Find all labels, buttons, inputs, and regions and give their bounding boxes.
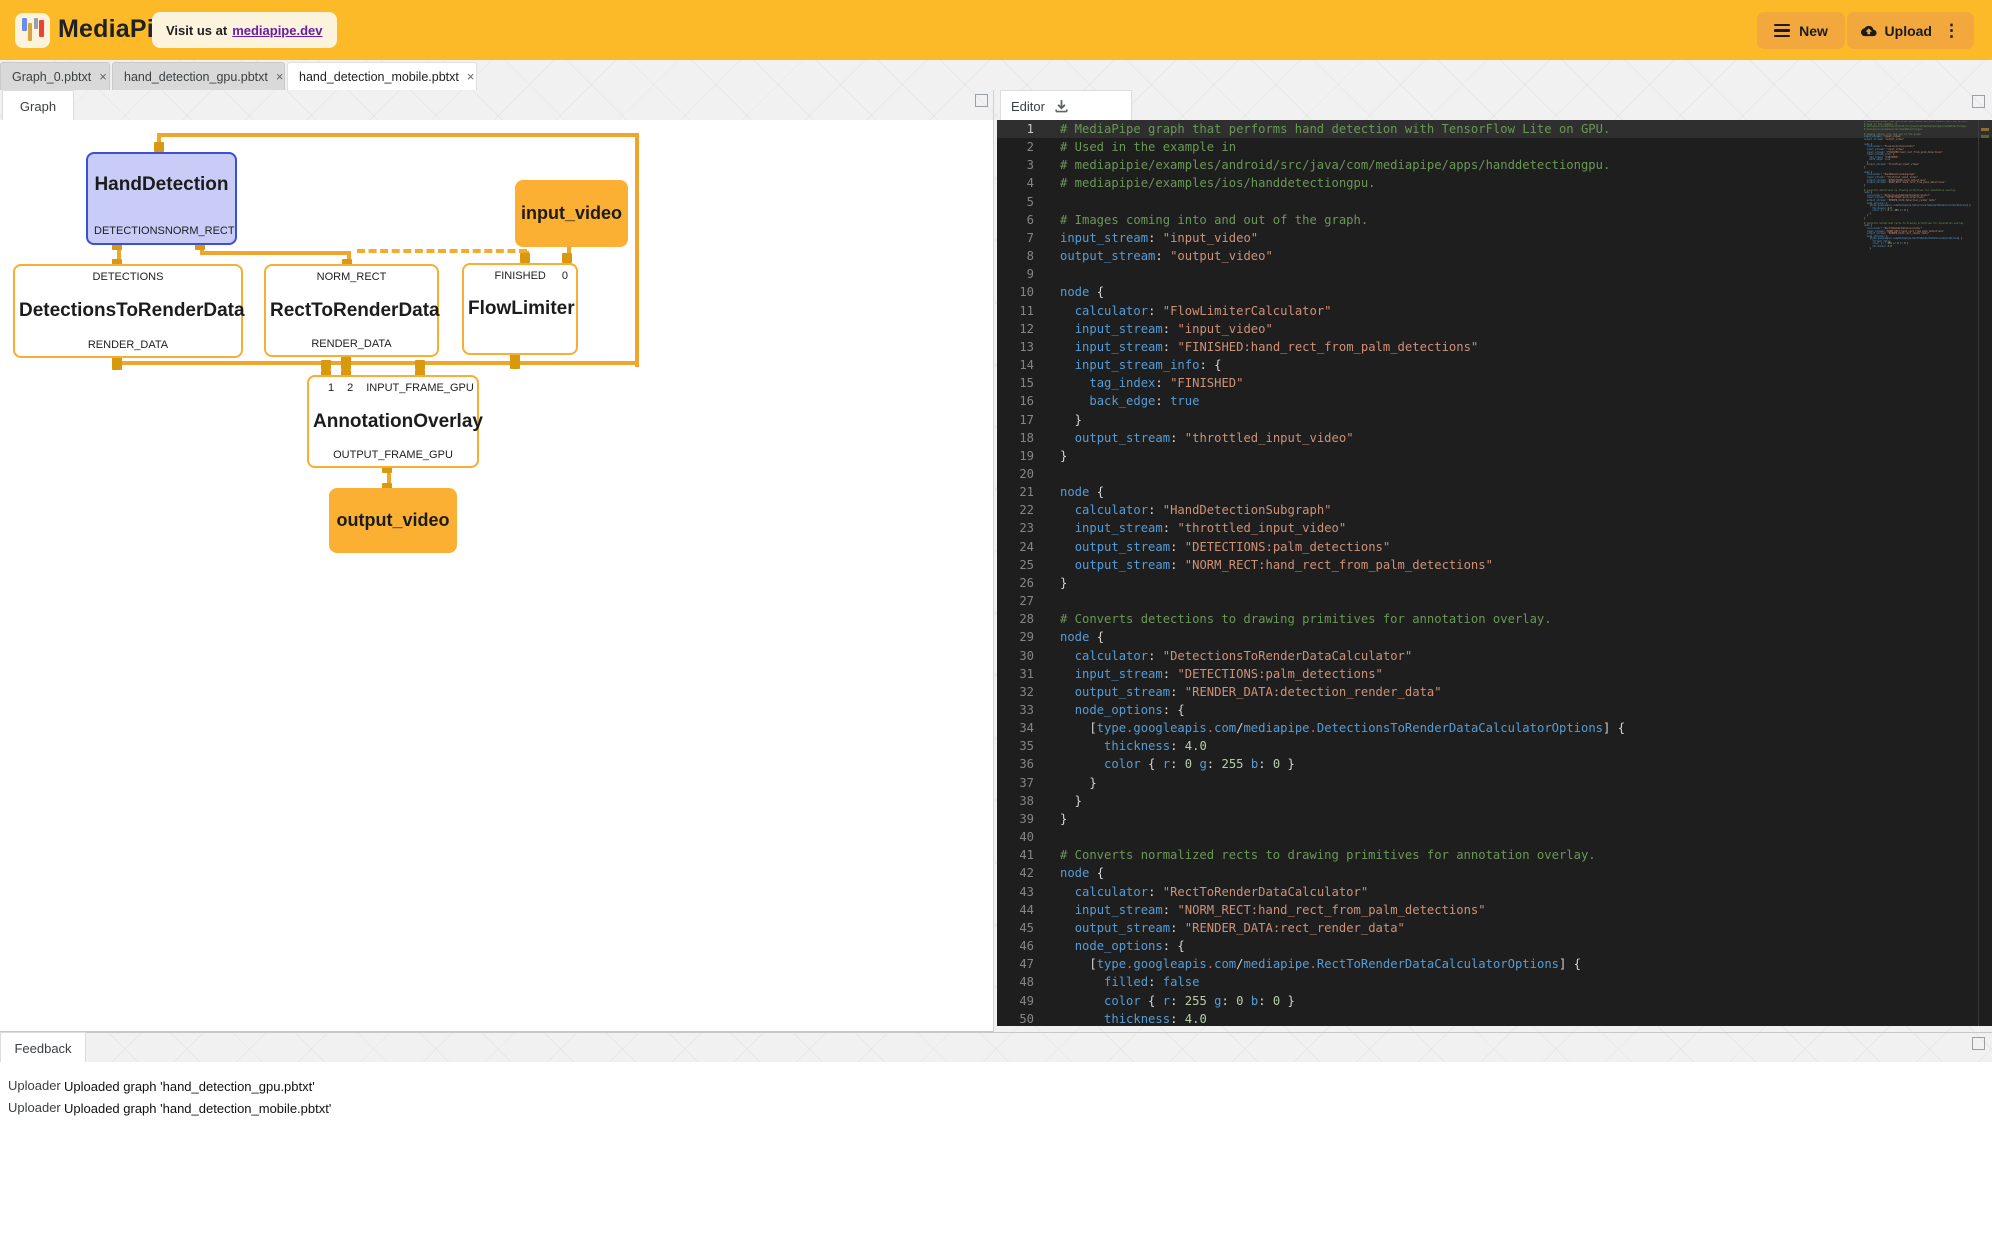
port-label: NORM_RECT xyxy=(165,225,235,237)
node-annotation-overlay[interactable]: 1 2 INPUT_FRAME_GPU AnnotationOverlay OU… xyxy=(307,375,479,468)
mediapipe-dev-link[interactable]: mediapipe.dev xyxy=(232,23,322,38)
feedback-source: Uploader xyxy=(8,1078,61,1093)
port-label: OUTPUT_FRAME_GPU xyxy=(333,449,453,461)
mediapipe-visualizer: { "header": { "app_title": "MediaPipe", … xyxy=(0,0,1992,1236)
node-hand-detection[interactable]: HandDetection DETECTIONS NORM_RECT xyxy=(86,152,237,245)
code-lines[interactable]: # MediaPipe graph that performs hand det… xyxy=(1060,120,1860,1026)
line-numbers: 1234567891011121314151617181920212223242… xyxy=(997,120,1043,1026)
ruler-mark xyxy=(1981,135,1989,138)
edge-throttled-top xyxy=(159,133,639,137)
node-flow-limiter[interactable]: FINISHED 0 FlowLimiter xyxy=(462,263,578,355)
tab-editor[interactable]: Editor xyxy=(1000,90,1132,121)
ruler-mark xyxy=(1981,128,1989,131)
cloud-upload-icon xyxy=(1861,24,1877,38)
popout-icon[interactable] xyxy=(975,94,988,107)
graph-canvas[interactable]: HandDetection DETECTIONS NORM_RECT input… xyxy=(0,120,993,1032)
port-label: DETECTIONS xyxy=(93,271,164,283)
code-editor[interactable]: 1234567891011121314151617181920212223242… xyxy=(997,120,1992,1026)
port-connector xyxy=(321,360,331,370)
port-connector xyxy=(510,359,520,369)
port-connector xyxy=(415,360,425,370)
download-icon[interactable] xyxy=(1053,98,1070,115)
node-rect-to-render-data[interactable]: NORM_RECT RectToRenderData RENDER_DATA xyxy=(264,264,439,357)
tab-graph-0-pbtxt[interactable]: Graph_0.pbtxt × xyxy=(0,62,110,90)
port-label: DETECTIONS xyxy=(94,225,165,237)
edge-renderdata1-horiz xyxy=(117,361,328,365)
feedback-row: Uploader Uploaded graph 'hand_detection_… xyxy=(0,1078,900,1100)
port-label: 1 xyxy=(328,382,334,394)
feedback-source: Uploader xyxy=(8,1100,61,1115)
feedback-row: Uploader Uploaded graph 'hand_detection_… xyxy=(0,1100,900,1122)
panel-divider[interactable] xyxy=(993,90,994,1032)
popout-icon[interactable] xyxy=(1972,1037,1985,1050)
upload-button[interactable]: Upload ⋮ xyxy=(1847,12,1974,49)
feedback-divider xyxy=(0,1032,1992,1033)
edge-normrect-horiz xyxy=(200,251,351,255)
new-button[interactable]: New xyxy=(1757,12,1845,49)
visit-us-text: Visit us at xyxy=(166,23,227,38)
port-connector xyxy=(154,142,164,152)
port-label: NORM_RECT xyxy=(317,271,387,283)
port-label: 0 xyxy=(562,270,568,282)
port-connector xyxy=(562,253,572,263)
top-bar: MediaPipe Visit us at mediapipe.dev New … xyxy=(0,0,1992,60)
close-icon[interactable]: × xyxy=(99,69,107,84)
minimap[interactable]: # MediaPipe graph that performs hand det… xyxy=(1864,121,1974,421)
node-detections-to-render-data[interactable]: DETECTIONS DetectionsToRenderData RENDER… xyxy=(13,264,243,358)
edge-backedge-dashed xyxy=(357,249,527,253)
tab-hand-detection-gpu-pbtxt[interactable]: hand_detection_gpu.pbtxt × xyxy=(112,62,285,90)
tab-feedback[interactable]: Feedback xyxy=(0,1032,86,1063)
tab-graph-view[interactable]: Graph xyxy=(2,90,74,121)
tab-hand-detection-mobile-pbtxt[interactable]: hand_detection_mobile.pbtxt × xyxy=(287,62,477,90)
edge-throttled-right xyxy=(635,133,639,367)
feedback-message: Uploaded graph 'hand_detection_gpu.pbtxt… xyxy=(64,1079,315,1094)
port-label: RENDER_DATA xyxy=(311,338,391,350)
port-connector xyxy=(520,253,530,263)
feedback-message: Uploaded graph 'hand_detection_mobile.pb… xyxy=(64,1101,331,1116)
close-icon[interactable]: × xyxy=(467,69,475,84)
port-label: RENDER_DATA xyxy=(88,339,168,351)
popout-icon[interactable] xyxy=(1972,95,1985,108)
visit-us-banner: Visit us at mediapipe.dev xyxy=(152,12,337,48)
port-connector xyxy=(341,360,351,370)
port-label: INPUT_FRAME_GPU xyxy=(366,382,474,394)
mediapipe-logo-icon xyxy=(15,13,50,48)
node-output-video[interactable]: output_video xyxy=(329,488,457,553)
port-label: FINISHED xyxy=(495,270,546,282)
feedback-log: Uploader Uploaded graph 'hand_detection_… xyxy=(0,1062,1992,1236)
edge-throttled-rail xyxy=(326,361,639,365)
port-connector xyxy=(112,360,122,370)
minimap-divider xyxy=(1978,120,1979,1026)
node-input-video[interactable]: input_video xyxy=(515,180,628,247)
close-icon[interactable]: × xyxy=(276,69,284,84)
hamburger-icon xyxy=(1774,21,1790,41)
more-options-icon[interactable]: ⋮ xyxy=(1943,21,1960,41)
file-tab-strip: Graph_0.pbtxt × hand_detection_gpu.pbtxt… xyxy=(0,60,1992,90)
port-label: 2 xyxy=(347,382,353,394)
